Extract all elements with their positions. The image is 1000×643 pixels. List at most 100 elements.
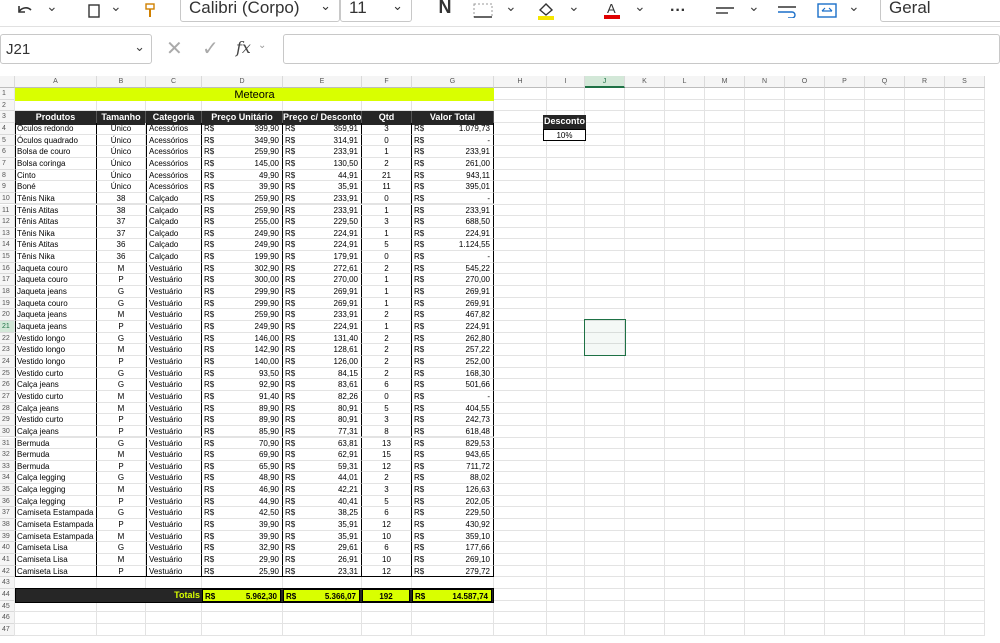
row-header[interactable]: 34 — [0, 472, 15, 485]
size-cell[interactable]: 38 — [97, 204, 146, 217]
total-value-cell[interactable]: R$ 242,73 — [412, 414, 494, 426]
total-value-cell[interactable]: R$ 202,05 — [412, 495, 494, 508]
total-value-cell[interactable]: R$ 269,10 — [412, 554, 494, 566]
row-header[interactable]: 5 — [0, 134, 15, 147]
unit-price-cell[interactable]: R$ 69,90 — [202, 449, 283, 461]
unit-price-cell[interactable]: R$ 89,90 — [202, 402, 283, 415]
column-header-a[interactable]: A — [15, 76, 97, 88]
product-cell[interactable]: Tênis Atitas — [15, 204, 97, 217]
product-cell[interactable]: Vestido curto — [15, 390, 97, 403]
product-cell[interactable]: Camiseta Estampada — [15, 530, 97, 543]
discount-price-cell[interactable]: R$ 131,40 — [283, 332, 362, 345]
discount-price-cell[interactable]: R$ 77,31 — [283, 425, 362, 438]
total-value-cell[interactable]: R$ - — [412, 192, 494, 205]
category-cell[interactable]: Vestuário — [146, 519, 202, 531]
category-cell[interactable]: Calçado — [146, 239, 202, 252]
total-value-cell[interactable]: R$ 943,11 — [412, 169, 494, 182]
product-cell[interactable]: Calça legging — [15, 472, 97, 485]
column-header-f[interactable]: F — [362, 76, 412, 88]
row-header[interactable]: 6 — [0, 146, 15, 158]
quantity-cell[interactable]: 1 — [362, 227, 412, 240]
row-header[interactable]: 10 — [0, 192, 15, 205]
product-cell[interactable]: Vestido curto — [15, 367, 97, 380]
enter-check-icon[interactable]: ✓ — [202, 36, 219, 61]
sheet-title[interactable]: Meteora — [15, 88, 494, 101]
column-header-g[interactable]: G — [412, 76, 494, 88]
quantity-cell[interactable]: 0 — [362, 390, 412, 403]
size-cell[interactable]: 38 — [97, 192, 146, 205]
size-cell[interactable]: P — [97, 425, 146, 438]
unit-price-cell[interactable]: R$ 249,90 — [202, 321, 283, 333]
row-header[interactable]: 15 — [0, 251, 15, 263]
row-header[interactable]: 16 — [0, 262, 15, 275]
quantity-cell[interactable]: 3 — [362, 216, 412, 228]
borders-dropdown-chevron-icon[interactable]: ⌄ — [505, 0, 517, 15]
total-value-cell[interactable]: R$ 269,91 — [412, 297, 494, 310]
unit-price-cell[interactable]: R$ 89,90 — [202, 414, 283, 426]
row-header[interactable]: 28 — [0, 402, 15, 415]
product-cell[interactable]: Calça legging — [15, 484, 97, 496]
product-cell[interactable]: Cinto — [15, 169, 97, 182]
quantity-cell[interactable]: 5 — [362, 495, 412, 508]
unit-price-cell[interactable]: R$ 140,00 — [202, 355, 283, 368]
discount-price-cell[interactable]: R$ 62,91 — [283, 449, 362, 461]
quantity-cell[interactable]: 1 — [362, 204, 412, 217]
total-value-cell[interactable]: R$ 404,55 — [412, 402, 494, 415]
size-cell[interactable]: P — [97, 355, 146, 368]
unit-price-cell[interactable]: R$ 299,90 — [202, 286, 283, 298]
total-value-cell[interactable]: R$ 1.124,55 — [412, 239, 494, 252]
row-header[interactable]: 19 — [0, 297, 15, 310]
product-cell[interactable]: Calça legging — [15, 495, 97, 508]
category-cell[interactable]: Vestuário — [146, 297, 202, 310]
size-cell[interactable]: P — [97, 519, 146, 531]
product-cell[interactable]: Calça jeans — [15, 425, 97, 438]
unit-price-cell[interactable]: R$ 49,90 — [202, 169, 283, 182]
category-cell[interactable]: Vestuário — [146, 321, 202, 333]
row-header[interactable]: 29 — [0, 414, 15, 426]
row-header[interactable]: 25 — [0, 367, 15, 380]
row-header[interactable]: 32 — [0, 449, 15, 461]
font-size-dropdown[interactable]: 11 ⌄ — [340, 0, 412, 22]
discount-price-cell[interactable]: R$ 42,21 — [283, 484, 362, 496]
discount-price-cell[interactable]: R$ 126,00 — [283, 355, 362, 368]
category-cell[interactable]: Vestuário — [146, 530, 202, 543]
size-cell[interactable]: P — [97, 321, 146, 333]
discount-price-cell[interactable]: R$ 128,61 — [283, 344, 362, 356]
row-header[interactable]: 13 — [0, 227, 15, 240]
product-cell[interactable]: Camiseta Estampada — [15, 519, 97, 531]
cancel-icon[interactable]: ✕ — [166, 36, 183, 61]
product-cell[interactable]: Bermuda — [15, 437, 97, 450]
quantity-cell[interactable]: 0 — [362, 134, 412, 147]
row-header[interactable]: 17 — [0, 274, 15, 287]
size-cell[interactable]: M — [97, 344, 146, 356]
unit-price-cell[interactable]: R$ 29,90 — [202, 554, 283, 566]
row-header[interactable]: 1 — [0, 88, 15, 100]
row-header[interactable]: 3 — [0, 111, 15, 123]
quantity-cell[interactable]: 5 — [362, 239, 412, 252]
unit-price-cell[interactable]: R$ 399,90 — [202, 122, 283, 135]
total-value-cell[interactable]: R$ 395,01 — [412, 181, 494, 193]
discount-price-cell[interactable]: R$ 35,91 — [283, 530, 362, 543]
row-header[interactable]: 9 — [0, 181, 15, 193]
product-cell[interactable]: Bermuda — [15, 449, 97, 461]
size-cell[interactable]: Único — [97, 122, 146, 135]
name-box[interactable]: J21 ⌄ — [0, 34, 152, 64]
discount-header[interactable]: Desconto — [543, 115, 586, 129]
quantity-cell[interactable]: 2 — [362, 344, 412, 356]
total-quantity[interactable]: 192 — [362, 588, 410, 602]
unit-price-cell[interactable]: R$ 199,90 — [202, 251, 283, 263]
product-cell[interactable]: Tênis Nika — [15, 251, 97, 263]
category-cell[interactable]: Vestuário — [146, 262, 202, 275]
row-header[interactable]: 47 — [0, 623, 15, 636]
discount-price-cell[interactable]: R$ 233,91 — [283, 309, 362, 321]
unit-price-cell[interactable]: R$ 300,00 — [202, 274, 283, 287]
undo-icon[interactable] — [14, 0, 36, 22]
column-header-h[interactable]: H — [494, 76, 547, 88]
column-header-b[interactable]: B — [97, 76, 146, 88]
product-cell[interactable]: Tênis Atitas — [15, 239, 97, 252]
unit-price-cell[interactable]: R$ 32,90 — [202, 542, 283, 554]
category-cell[interactable]: Vestuário — [146, 274, 202, 287]
size-cell[interactable]: M — [97, 402, 146, 415]
discount-price-cell[interactable]: R$ 29,61 — [283, 542, 362, 554]
unit-price-cell[interactable]: R$ 255,00 — [202, 216, 283, 228]
